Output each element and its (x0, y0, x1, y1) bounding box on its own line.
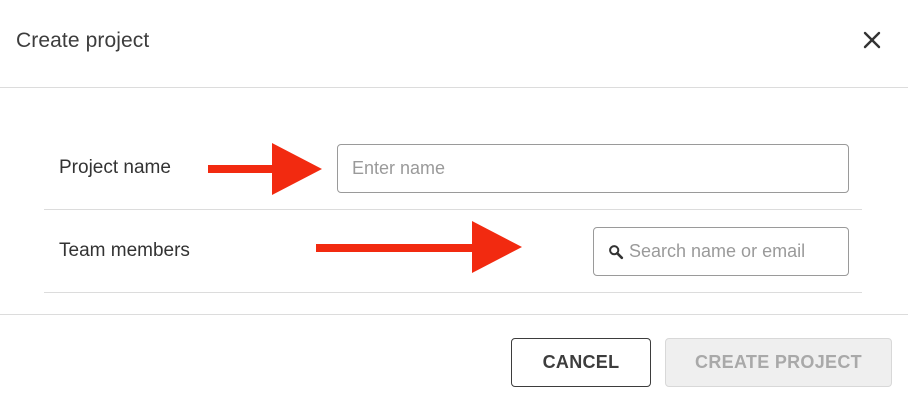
team-members-search-input[interactable] (629, 228, 847, 275)
project-name-input[interactable] (337, 144, 849, 193)
dialog-title: Create project (16, 29, 150, 52)
cancel-button[interactable]: CANCEL (511, 338, 651, 387)
dialog-header: Create project (0, 0, 908, 88)
close-icon (863, 31, 881, 49)
project-name-label: Project name (59, 157, 171, 178)
close-button[interactable] (858, 26, 886, 54)
create-project-button[interactable]: CREATE PROJECT (665, 338, 892, 387)
team-members-label: Team members (59, 240, 190, 261)
annotation-arrow-project-name (208, 143, 322, 195)
search-icon (609, 245, 624, 260)
create-project-dialog: Create project Project name Team members… (0, 0, 908, 408)
team-members-search-box[interactable] (593, 227, 849, 276)
annotation-arrow-team-members (316, 221, 522, 273)
